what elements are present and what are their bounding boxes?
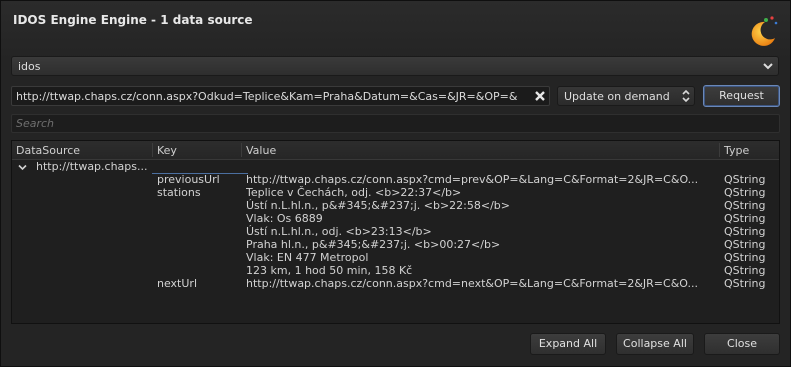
collapse-all-button[interactable]: Collapse All: [616, 333, 694, 355]
engine-selector[interactable]: idos: [11, 56, 779, 76]
up-down-arrows-icon[interactable]: [681, 89, 691, 103]
window-title: IDOS Engine Engine - 1 data source: [13, 13, 253, 27]
row-type[interactable]: QString: [724, 199, 774, 212]
row-value[interactable]: Teplice v Čechách, odj. <b>22:37</b>: [246, 186, 716, 199]
update-mode-spinbox[interactable]: Update on demand: [557, 86, 695, 106]
row-value[interactable]: 123 km, 1 hod 50 min, 158 Kč: [246, 264, 716, 277]
source-url-field[interactable]: http://ttwap.chaps.cz/conn.aspx?Odkud=Te…: [11, 86, 550, 106]
column-header-type[interactable]: Type: [724, 144, 749, 157]
clear-text-icon[interactable]: [533, 89, 547, 103]
row-type[interactable]: QString: [724, 277, 774, 290]
data-tree-view[interactable]: DataSource Key Value Type http://ttwap.c…: [11, 140, 780, 324]
expand-all-button[interactable]: Expand All: [530, 333, 606, 355]
plasma-moon-logo-icon: [751, 16, 778, 46]
row-value[interactable]: Ústí n.L.hl.n., p&#345;&#237;j. <b>22:58…: [246, 199, 716, 212]
row-value[interactable]: Praha hl.n., p&#345;&#237;j. <b>00:27</b…: [246, 238, 716, 251]
column-divider[interactable]: [719, 143, 720, 157]
tree-expand-chevron-icon[interactable]: [18, 163, 27, 172]
expand-all-label: Expand All: [538, 337, 598, 350]
row-value[interactable]: Vlak: Os 6889: [246, 212, 716, 225]
row-type[interactable]: QString: [724, 186, 774, 199]
collapse-all-label: Collapse All: [623, 337, 687, 350]
row-value[interactable]: http://ttwap.chaps.cz/conn.aspx?cmd=prev…: [246, 173, 716, 186]
row-value[interactable]: Ústí n.L.hl.n., odj. <b>23:13</b>: [246, 225, 716, 238]
column-divider[interactable]: [152, 143, 153, 157]
row-key[interactable]: nextUrl: [157, 277, 239, 290]
row-key[interactable]: stations: [157, 186, 239, 199]
search-input[interactable]: Search: [11, 114, 780, 133]
dialog-window: IDOS Engine Engine - 1 data source idos …: [0, 0, 791, 367]
close-label: Close: [727, 337, 757, 350]
row-type[interactable]: QString: [724, 251, 774, 264]
update-mode-value: Update on demand: [564, 90, 670, 103]
request-button-label: Request: [719, 89, 764, 102]
request-button[interactable]: Request: [703, 85, 780, 107]
search-placeholder: Search: [16, 117, 55, 130]
row-type[interactable]: QString: [724, 238, 774, 251]
row-type[interactable]: QString: [724, 225, 774, 238]
source-url-value: http://ttwap.chaps.cz/conn.aspx?Odkud=Te…: [16, 90, 518, 103]
column-header-datasource[interactable]: DataSource: [16, 144, 80, 157]
row-type[interactable]: QString: [724, 212, 774, 225]
row-type[interactable]: QString: [724, 264, 774, 277]
close-button[interactable]: Close: [704, 333, 780, 355]
column-header-value[interactable]: Value: [246, 144, 276, 157]
tree-header: DataSource Key Value Type: [12, 141, 779, 160]
tree-source-row[interactable]: http://ttwap.chaps...: [36, 160, 150, 173]
row-type[interactable]: QString: [724, 173, 774, 186]
column-header-key[interactable]: Key: [157, 144, 177, 157]
row-value[interactable]: Vlak: EN 477 Metropol: [246, 251, 716, 264]
chevron-down-icon: [763, 63, 773, 70]
engine-selector-value: idos: [18, 60, 41, 73]
row-value[interactable]: http://ttwap.chaps.cz/conn.aspx?cmd=next…: [246, 277, 716, 290]
row-key[interactable]: previousUrl: [157, 173, 239, 186]
column-divider[interactable]: [241, 143, 242, 157]
